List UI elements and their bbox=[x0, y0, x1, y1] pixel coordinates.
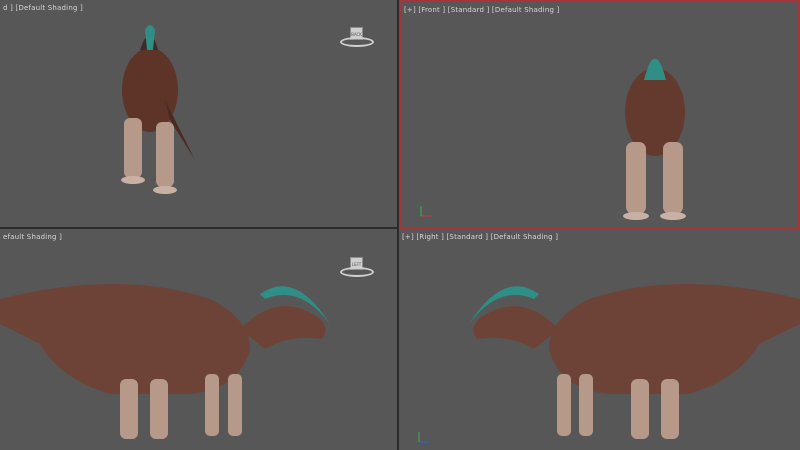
viewport-label[interactable]: [+] [Front ] [Standard ] [Default Shadin… bbox=[404, 6, 559, 14]
axis-tripod-icon bbox=[418, 432, 429, 443]
axis-tripod-icon bbox=[420, 206, 431, 217]
dinosaur-back-view bbox=[121, 25, 195, 194]
viewport-perspective[interactable]: d ] [Default Shading ] BACK bbox=[0, 0, 397, 227]
dinosaur-side-left bbox=[0, 284, 330, 439]
viewport-label[interactable]: efault Shading ] bbox=[3, 233, 62, 241]
viewcube-icon[interactable]: LEFT bbox=[340, 257, 374, 283]
viewport-left[interactable]: efault Shading ] LEFT bbox=[0, 229, 397, 450]
viewport-label[interactable]: [+] [Right ] [Standard ] [Default Shadin… bbox=[402, 233, 558, 241]
viewport-front[interactable]: [+] [Front ] [Standard ] [Default Shadin… bbox=[399, 0, 800, 229]
viewport-label[interactable]: d ] [Default Shading ] bbox=[3, 4, 83, 12]
dinosaur-front-view bbox=[623, 58, 686, 220]
viewport-right[interactable]: [+] [Right ] [Standard ] [Default Shadin… bbox=[399, 229, 800, 450]
viewcube-icon[interactable]: BACK bbox=[340, 27, 374, 53]
viewcube-compass-ring[interactable] bbox=[340, 37, 374, 47]
viewcube-compass-ring[interactable] bbox=[340, 267, 374, 277]
dinosaur-side-right bbox=[469, 284, 800, 439]
